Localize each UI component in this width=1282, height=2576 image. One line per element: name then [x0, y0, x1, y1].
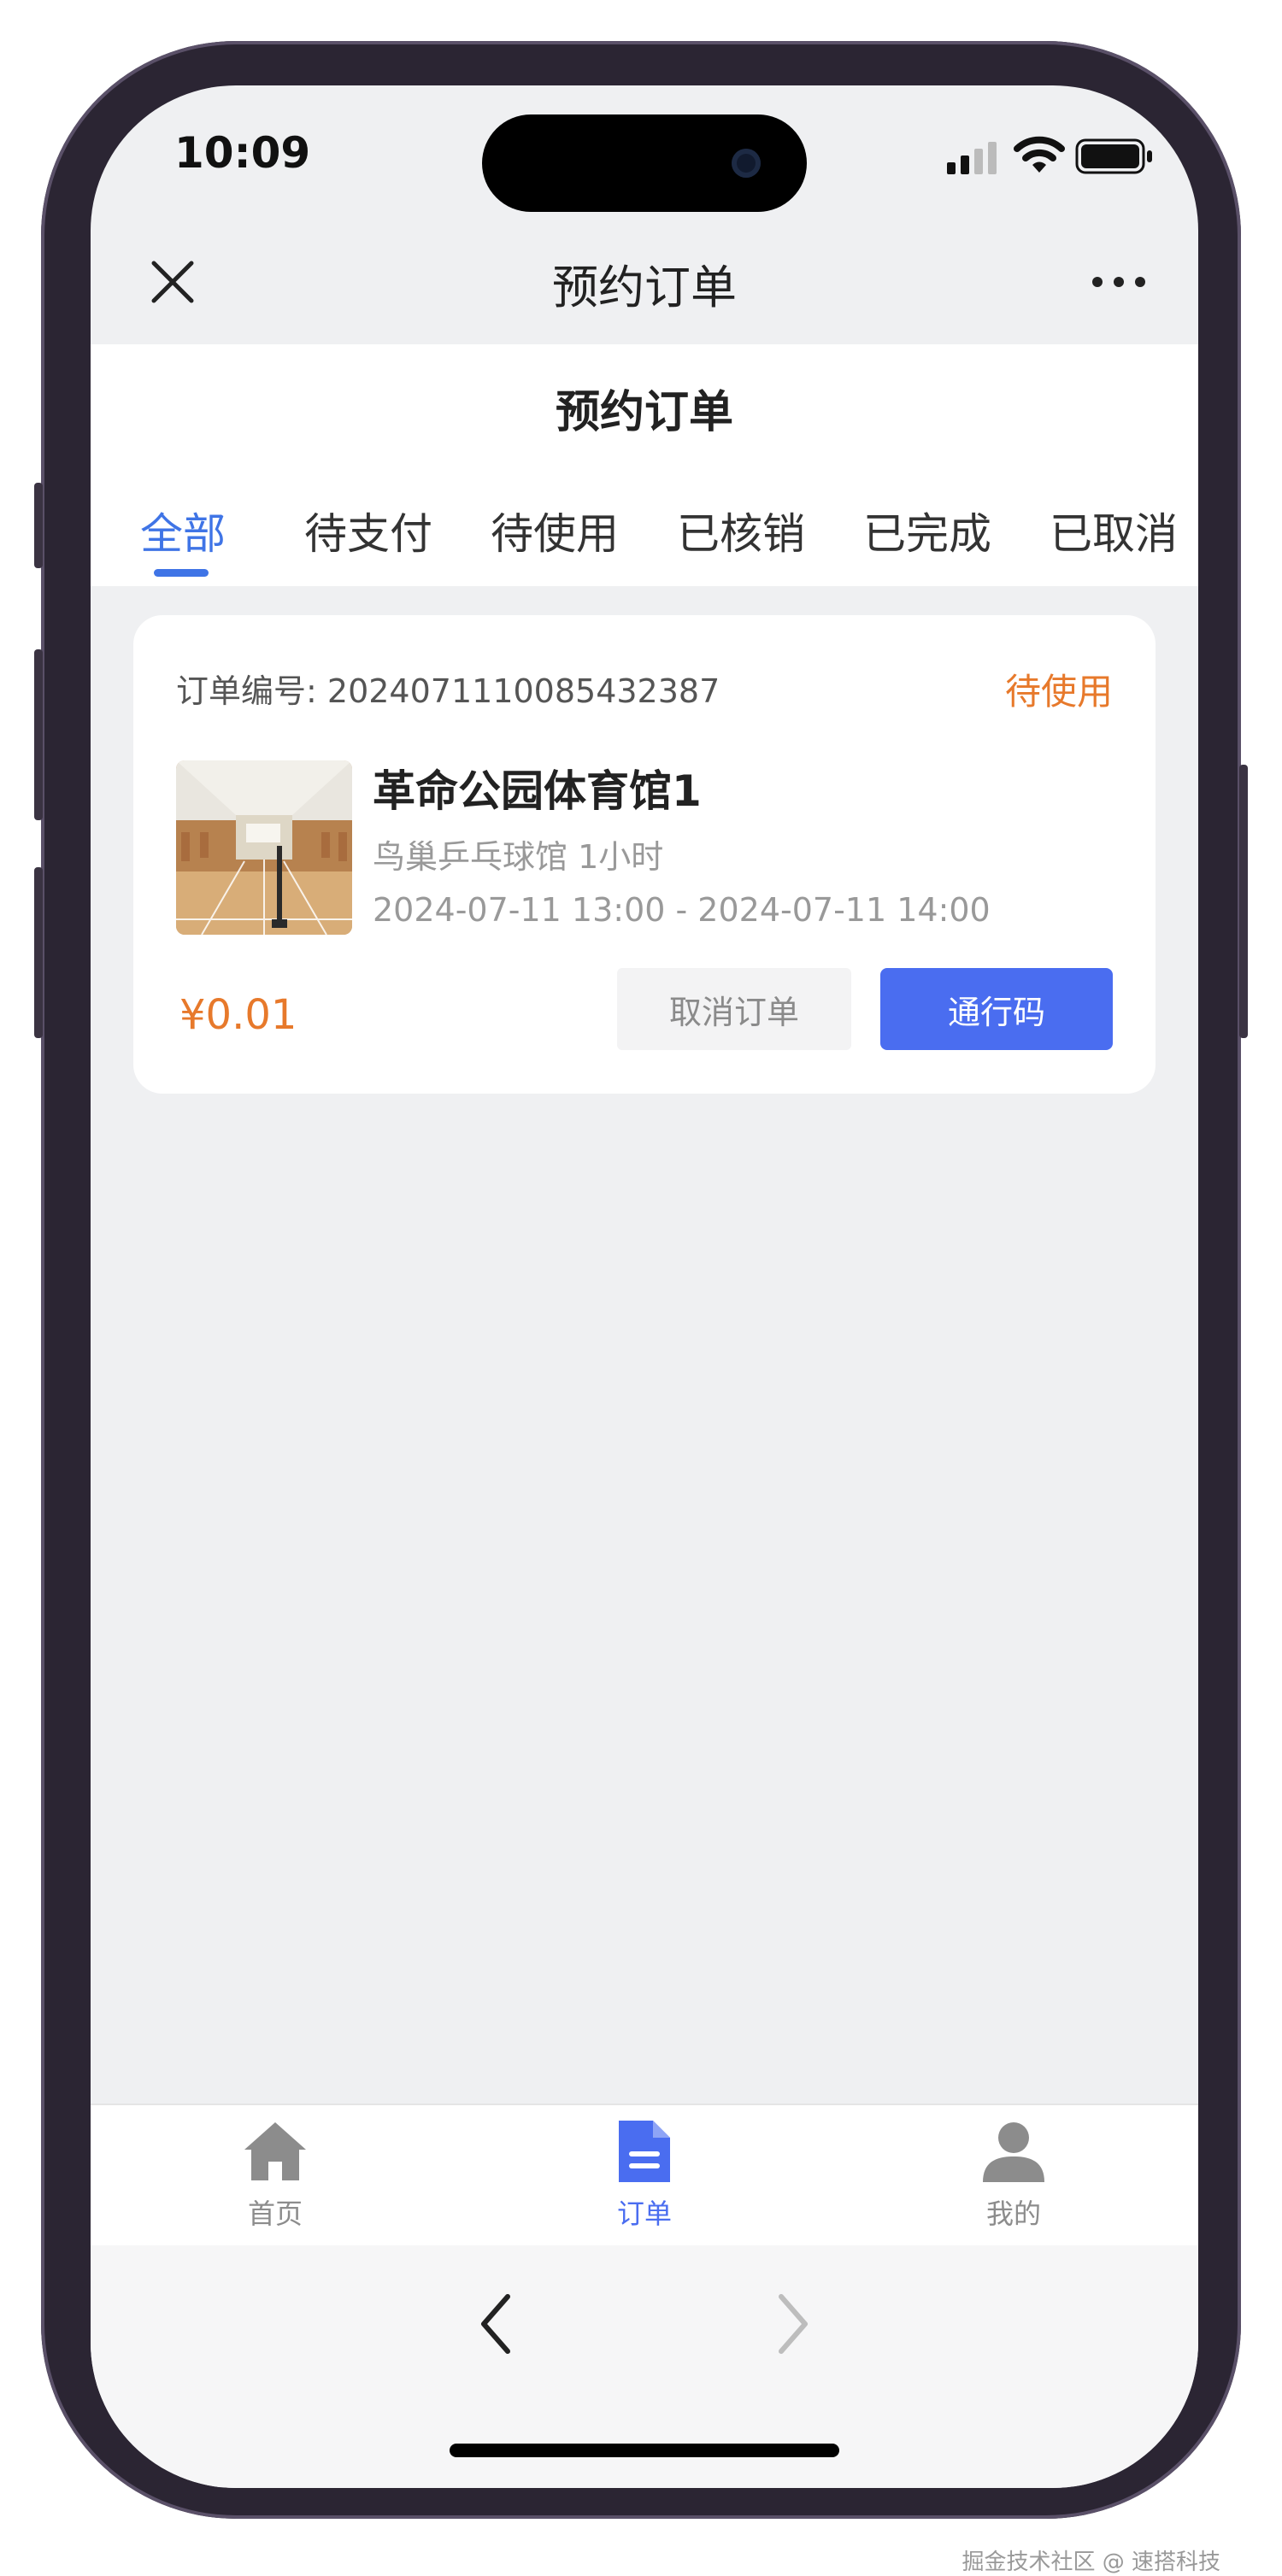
- back-arrow-icon[interactable]: [475, 2291, 518, 2356]
- status-time: 10:09: [174, 128, 311, 178]
- wifi-icon: [1014, 136, 1065, 173]
- cancel-order-button[interactable]: 取消订单: [617, 968, 851, 1050]
- forward-arrow-icon[interactable]: [771, 2291, 814, 2356]
- home-icon: [244, 2122, 306, 2180]
- pass-code-button[interactable]: 通行码: [880, 968, 1113, 1050]
- tabbar-label-orders: 订单: [616, 2198, 672, 2230]
- watermark: 掘金技术社区 @ 速搭科技: [962, 2550, 1220, 2575]
- venue-subtitle: 鸟巢乒乓球馆 1小时: [373, 838, 664, 876]
- tab-all[interactable]: 全部: [140, 500, 226, 561]
- volume-up-button: [34, 649, 43, 820]
- order-number: 订单编号: 2024071110085432387: [176, 665, 720, 712]
- order-price: ¥0.01: [179, 991, 297, 1039]
- order-number-value: 2024071110085432387: [326, 672, 720, 710]
- order-status-badge: 待使用: [1004, 671, 1113, 713]
- venue-thumbnail: [176, 760, 352, 935]
- tab-verified[interactable]: 已核销: [677, 500, 805, 561]
- tab-to-use[interactable]: 待使用: [491, 500, 619, 561]
- more-icon[interactable]: [1091, 272, 1147, 292]
- volume-down-button: [34, 867, 43, 1038]
- tabbar-label-profile: 我的: [985, 2198, 1041, 2230]
- active-tab-indicator: [154, 569, 209, 577]
- power-button: [1239, 765, 1248, 1038]
- venue-title: 革命公园体育馆1: [373, 766, 702, 816]
- tabbar-item-home[interactable]: 首页: [190, 2119, 361, 2232]
- battery-icon: [1075, 138, 1152, 174]
- tab-completed[interactable]: 已完成: [863, 500, 991, 561]
- tab-pending-payment[interactable]: 待支付: [304, 500, 432, 561]
- home-indicator: [450, 2444, 839, 2457]
- signal-icon: [947, 142, 997, 174]
- screen: 10:09 预约订单 预约订单 全部 待支付 待使用 已核销 已完成 已取消 订…: [91, 85, 1198, 2488]
- camera-icon: [732, 149, 761, 178]
- nav-title: 预约订单: [552, 261, 737, 314]
- page-title: 预约订单: [555, 387, 733, 438]
- action-button: [34, 483, 43, 568]
- tabbar-item-profile[interactable]: 我的: [928, 2119, 1099, 2232]
- booking-time-range: 2024-07-11 13:00 - 2024-07-11 14:00: [373, 891, 991, 929]
- tabbar-label-home: 首页: [247, 2198, 303, 2230]
- tab-cancelled[interactable]: 已取消: [1050, 500, 1178, 561]
- order-number-label: 订单编号:: [176, 672, 317, 710]
- user-icon: [983, 2122, 1044, 2182]
- tabbar-item-orders[interactable]: 订单: [559, 2119, 730, 2232]
- order-icon: [619, 2121, 670, 2182]
